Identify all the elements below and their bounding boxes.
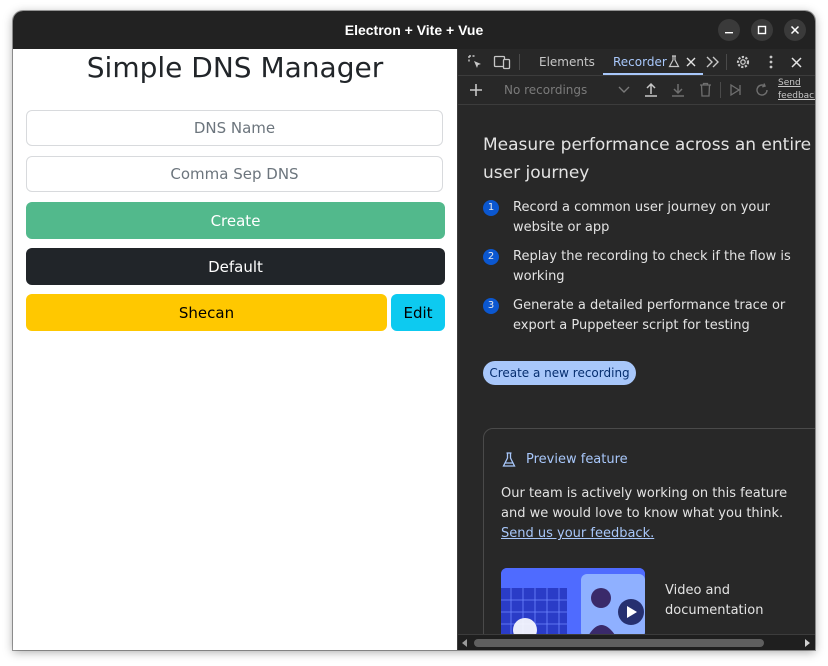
replay-step-icon[interactable] — [729, 83, 742, 97]
import-recording-icon[interactable] — [644, 82, 658, 98]
video-documentation-label: Video and documentation — [665, 583, 764, 618]
dns-name-input[interactable] — [26, 110, 443, 146]
send-feedback-line-2: feedback — [778, 91, 815, 101]
kebab-menu-icon[interactable] — [768, 55, 774, 69]
dns-manager-panel: Simple DNS Manager Create Default Shecan… — [13, 49, 457, 650]
flask-icon — [668, 55, 680, 68]
minimize-button[interactable] — [718, 19, 740, 41]
close-devtools-icon[interactable] — [791, 57, 802, 68]
add-recording-icon[interactable] — [469, 83, 483, 97]
minimize-icon — [725, 32, 733, 34]
horizontal-scrollbar[interactable] — [458, 634, 815, 650]
step-text: Record a common user journey on your web… — [513, 200, 770, 235]
inspect-element-icon[interactable] — [467, 54, 483, 70]
maximize-icon — [757, 25, 767, 35]
page-title: Simple DNS Manager — [86, 51, 384, 84]
devtools-panel: Elements Recorder No recordings Send fee… — [457, 49, 815, 650]
edit-profile-button[interactable]: Edit — [391, 294, 445, 331]
step-number: 3 — [483, 298, 499, 314]
step-number: 2 — [483, 249, 499, 265]
video-thumbnail[interactable] — [501, 568, 645, 634]
create-recording-button[interactable]: Create a new recording — [483, 361, 636, 385]
toolbar-divider — [720, 82, 721, 98]
tab-divider — [726, 54, 727, 70]
close-icon — [790, 25, 800, 35]
export-recording-icon[interactable] — [671, 82, 685, 98]
send-us-feedback-link[interactable]: Send us your feedback. — [501, 526, 654, 541]
settings-gear-icon[interactable] — [735, 54, 751, 70]
scroll-right-icon[interactable] — [805, 639, 811, 647]
chevron-down-icon[interactable] — [618, 86, 630, 94]
close-tab-icon[interactable] — [686, 57, 696, 67]
dns-profile-button[interactable]: Shecan — [26, 294, 387, 331]
device-toolbar-icon[interactable] — [493, 54, 511, 70]
preview-feature-body: Our team is actively working on this fea… — [501, 486, 788, 521]
title-bar: Electron + Vite + Vue — [13, 11, 815, 49]
recordings-select[interactable]: No recordings — [504, 76, 587, 104]
step-text: Generate a detailed performance trace or… — [513, 298, 786, 333]
close-window-button[interactable] — [784, 19, 806, 41]
step-number: 1 — [483, 200, 499, 216]
maximize-button[interactable] — [751, 19, 773, 41]
step-text: Replay the recording to check if the flo… — [513, 249, 791, 284]
window-title: Electron + Vite + Vue — [344, 22, 484, 38]
create-button[interactable]: Create — [26, 202, 445, 239]
tab-divider — [519, 54, 520, 70]
send-feedback-line-1: Send — [778, 78, 801, 88]
preview-feature-title: Preview feature — [526, 452, 628, 467]
tab-recorder[interactable]: Recorder — [603, 49, 703, 75]
replay-icon[interactable] — [755, 83, 769, 97]
recorder-heading: Measure performance across an entire use… — [483, 135, 812, 183]
dns-servers-input[interactable] — [26, 156, 443, 192]
send-feedback-link[interactable]: Send feedback — [778, 77, 815, 103]
preview-feature-card: Preview feature Our team is actively wor… — [483, 428, 815, 634]
video-illustration-icon — [501, 568, 645, 634]
preview-feature-text: Our team is actively working on this fea… — [501, 484, 801, 544]
recorder-toolbar: No recordings Send feedback — [458, 76, 815, 105]
scrollbar-thumb[interactable] — [474, 639, 764, 647]
more-tabs-icon[interactable] — [706, 56, 720, 68]
delete-recording-icon[interactable] — [699, 82, 712, 98]
devtools-tab-bar: Elements Recorder — [458, 49, 815, 76]
tab-elements[interactable]: Elements — [539, 49, 595, 75]
recorder-landing: Measure performance across an entire use… — [458, 105, 815, 634]
app-window: Electron + Vite + Vue Simple DNS Manager… — [13, 11, 815, 650]
flask-icon — [502, 452, 516, 467]
tab-recorder-label: Recorder — [613, 55, 667, 69]
scroll-left-icon[interactable] — [462, 639, 468, 647]
default-dns-button[interactable]: Default — [26, 248, 445, 285]
